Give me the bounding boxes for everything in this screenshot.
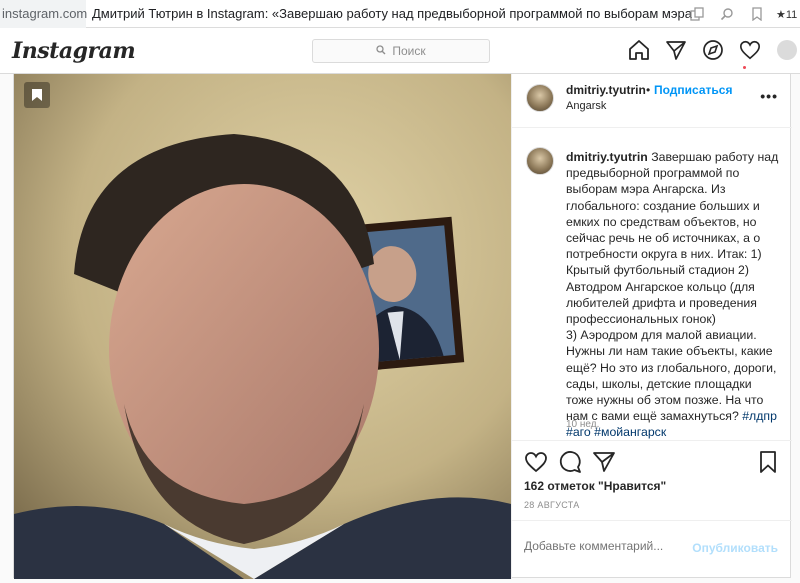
- post: dmitriy.tyutrin • Подписаться Angarsk ••…: [13, 73, 792, 579]
- direct-icon[interactable]: [657, 38, 694, 62]
- hashtag-link[interactable]: #мойангарск: [594, 425, 666, 439]
- copy-icon[interactable]: [682, 0, 712, 28]
- likes-count[interactable]: 162 отметок "Нравится": [524, 479, 666, 493]
- saved-badge-icon: [24, 82, 50, 108]
- avatar: [776, 40, 797, 60]
- instagram-header: Instagram Поиск: [0, 28, 800, 74]
- bookmark-page-icon[interactable]: [742, 0, 772, 28]
- search-icon[interactable]: [712, 0, 742, 28]
- follow-button[interactable]: Подписаться: [654, 83, 732, 97]
- caption-text: Завершаю работу над предвыборной програм…: [566, 150, 779, 327]
- caption-timestamp: 10 нед.: [566, 419, 600, 430]
- caption-username[interactable]: dmitriy.tyutrin: [566, 150, 648, 164]
- post-caption: dmitriy.tyutrin Завершаю работу над пред…: [566, 149, 782, 441]
- caption-area: dmitriy.tyutrin Завершаю работу над пред…: [512, 129, 792, 441]
- post-photo[interactable]: [14, 74, 511, 579]
- comment-form: Опубликовать: [512, 520, 792, 578]
- separator-dot: •: [646, 83, 651, 97]
- extension-badge[interactable]: ★11: [772, 8, 800, 21]
- post-date: 28 АВГУСТА: [524, 500, 580, 510]
- post-username[interactable]: dmitriy.tyutrin: [566, 83, 646, 97]
- comment-icon[interactable]: [558, 450, 582, 474]
- like-heart-icon[interactable]: [524, 450, 548, 474]
- browser-toolbar: ★11: [682, 0, 800, 28]
- post-location[interactable]: Angarsk: [566, 100, 606, 112]
- explore-icon[interactable]: [694, 38, 731, 62]
- search-placeholder: Поиск: [392, 44, 426, 58]
- activity-heart-icon[interactable]: [731, 38, 768, 62]
- avatar[interactable]: [526, 84, 554, 112]
- post-actions: [512, 444, 792, 474]
- publish-button[interactable]: Опубликовать: [692, 541, 778, 555]
- page-title: Дмитрий Тютрин в Instagram: «Завершаю ра…: [92, 6, 692, 21]
- avatar[interactable]: [526, 147, 554, 175]
- more-options-icon[interactable]: •••: [760, 88, 778, 104]
- instagram-logo[interactable]: Instagram: [12, 38, 136, 64]
- extension-count: 11: [785, 8, 798, 21]
- browser-bar: instagram.com Дмитрий Тютрин в Instagram…: [0, 0, 800, 28]
- save-bookmark-icon[interactable]: [756, 450, 780, 474]
- home-icon[interactable]: [620, 38, 657, 62]
- share-icon[interactable]: [592, 450, 616, 474]
- search-input[interactable]: Поиск: [312, 39, 490, 63]
- post-sidebar: dmitriy.tyutrin • Подписаться Angarsk ••…: [511, 74, 792, 579]
- post-header: dmitriy.tyutrin • Подписаться Angarsk ••…: [512, 74, 792, 128]
- hashtag-link[interactable]: #лдпр: [742, 409, 777, 423]
- search-icon: [376, 44, 386, 58]
- address-bar[interactable]: instagram.com: [0, 0, 87, 28]
- profile-avatar[interactable]: [768, 38, 800, 62]
- comment-input[interactable]: [524, 539, 674, 553]
- nav-icons: [620, 38, 800, 62]
- notification-dot: [743, 66, 746, 69]
